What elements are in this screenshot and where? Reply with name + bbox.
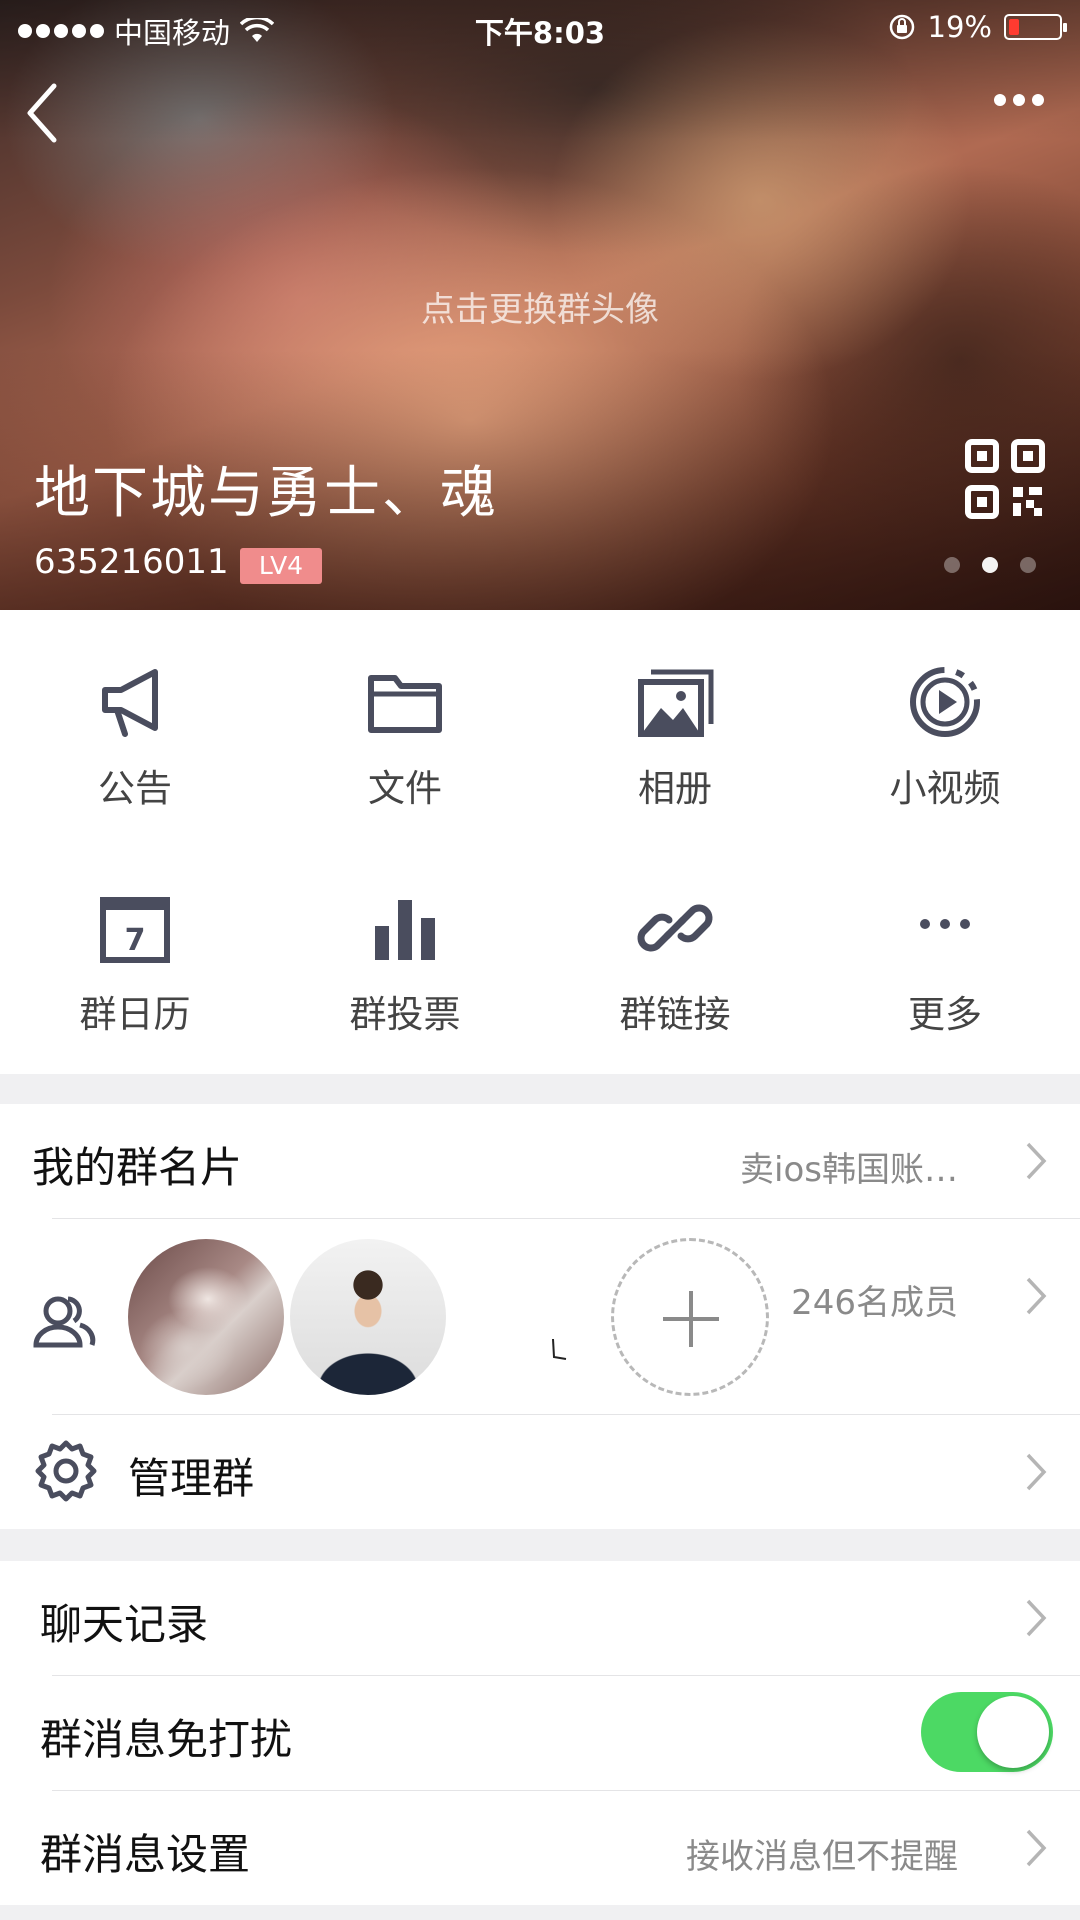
member-count: 246名成员 <box>791 1283 958 1323</box>
status-bar: 中国移动 下午8:03 19% <box>0 0 1080 54</box>
feature-short-video[interactable]: 小视频 <box>810 610 1080 810</box>
battery-percent: 19% <box>927 10 992 44</box>
message-settings-title: 群消息设置 <box>40 1830 251 1879</box>
section-separator <box>0 1529 1080 1561</box>
page-dot <box>982 557 998 573</box>
page-dot <box>944 557 960 573</box>
chat-history-title: 聊天记录 <box>40 1600 209 1649</box>
chevron-right-icon <box>1026 1599 1047 1637</box>
change-avatar-hint[interactable]: 点击更换群头像 <box>0 282 1080 331</box>
folder-icon <box>368 675 442 733</box>
my-group-card-row[interactable]: 我的群名片 卖ios韩国账… <box>0 1104 1080 1218</box>
message-settings-row[interactable]: 群消息设置 接收消息但不提醒 <box>0 1791 1080 1905</box>
link-icon <box>637 904 713 952</box>
bar-chart-icon <box>375 900 435 960</box>
feature-label: 相册 <box>638 767 712 810</box>
feature-files[interactable]: 文件 <box>270 610 540 810</box>
feature-link[interactable]: 群链接 <box>540 836 810 1036</box>
chevron-right-icon <box>1026 1829 1047 1867</box>
banner-page-indicator <box>944 557 1036 573</box>
more-dots-icon <box>920 919 970 929</box>
member-avatar[interactable] <box>128 1239 284 1395</box>
mute-group-toggle[interactable] <box>921 1692 1053 1772</box>
calendar-icon: 7 <box>100 897 170 963</box>
feature-vote[interactable]: 群投票 <box>270 836 540 1036</box>
add-member-button[interactable] <box>611 1238 769 1396</box>
manage-group-row[interactable]: 管理群 <box>0 1415 1080 1529</box>
group-name: 地下城与勇士、魂 <box>34 461 498 526</box>
feature-label: 公告 <box>98 767 172 810</box>
chat-history-row[interactable]: 聊天记录 <box>0 1561 1080 1675</box>
section-separator <box>0 1074 1080 1104</box>
video-play-icon <box>910 667 980 737</box>
feature-grid: 公告 文件 相册 小视频 7 群日历 群投票 群链接 更多 <box>0 610 1080 1074</box>
feature-label: 群投票 <box>349 993 461 1036</box>
feature-label: 更多 <box>908 993 982 1036</box>
group-avatar-banner[interactable]: 中国移动 下午8:03 19% 点击更换群头像 地下城与勇士、魂 6352160… <box>0 0 1080 610</box>
svg-text:7: 7 <box>125 923 146 958</box>
megaphone-icon <box>102 669 158 737</box>
feature-calendar[interactable]: 7 群日历 <box>0 836 270 1036</box>
chevron-right-icon <box>1026 1142 1047 1180</box>
message-settings-value: 接收消息但不提醒 <box>686 1837 958 1877</box>
more-options-icon[interactable] <box>994 94 1044 106</box>
feature-announcement[interactable]: 公告 <box>0 610 270 810</box>
member-avatar[interactable] <box>290 1239 446 1395</box>
photo-album-icon <box>638 669 714 737</box>
stray-mark <box>548 1337 568 1363</box>
my-group-card-title: 我的群名片 <box>32 1143 243 1192</box>
toggle-knob <box>977 1696 1049 1768</box>
feature-label: 群日历 <box>79 993 191 1036</box>
qr-code-icon[interactable] <box>963 437 1047 521</box>
members-icon <box>33 1296 96 1348</box>
feature-label: 群链接 <box>619 993 731 1036</box>
chevron-right-icon <box>1026 1453 1047 1491</box>
status-right: 19% <box>888 10 1067 44</box>
page-dot <box>1020 557 1036 573</box>
chevron-right-icon <box>1026 1277 1047 1315</box>
group-id: 635216011 <box>34 542 229 582</box>
my-group-card-value: 卖ios韩国账… <box>740 1150 958 1190</box>
feature-album[interactable]: 相册 <box>540 610 810 810</box>
manage-group-title: 管理群 <box>128 1454 255 1503</box>
battery-fill <box>1009 19 1019 35</box>
feature-label: 文件 <box>368 767 442 810</box>
orientation-lock-icon <box>889 14 914 40</box>
mute-group-row: 群消息免打扰 <box>0 1676 1080 1790</box>
gear-icon <box>35 1440 97 1502</box>
mute-group-title: 群消息免打扰 <box>40 1715 293 1764</box>
feature-more[interactable]: 更多 <box>810 836 1080 1036</box>
battery-icon <box>1004 14 1067 40</box>
members-row[interactable]: 246名成员 <box>0 1219 1080 1415</box>
feature-label: 小视频 <box>889 767 1001 810</box>
level-badge: LV4 <box>240 548 322 584</box>
section-separator <box>0 1905 1080 1920</box>
back-icon[interactable] <box>18 78 68 148</box>
